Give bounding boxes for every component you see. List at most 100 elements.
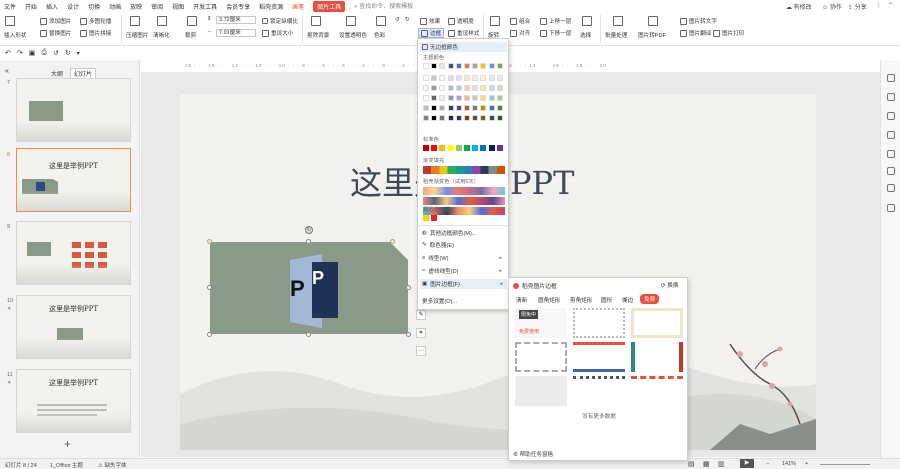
theme-color-swatch[interactable]: [431, 115, 438, 121]
theme-color-swatch[interactable]: [447, 63, 454, 69]
menu-slideshow[interactable]: 放映: [130, 2, 142, 11]
border-frame-option[interactable]: [631, 308, 683, 338]
theme-color-swatch[interactable]: [431, 75, 438, 81]
resize-handle[interactable]: [207, 332, 212, 337]
chevron-down-icon[interactable]: ▾: [77, 50, 80, 57]
theme-color-swatch[interactable]: [472, 95, 479, 101]
theme-color-swatch[interactable]: [464, 75, 470, 81]
theme-color-swatch[interactable]: [480, 75, 487, 81]
slide-thumb-10[interactable]: 这里是举例PPT: [16, 295, 131, 359]
more-tools-icon[interactable]: ⋯: [416, 346, 426, 356]
clarity-button[interactable]: [157, 16, 169, 26]
compress-label[interactable]: 压缩图片: [126, 31, 148, 39]
theme-color-swatch[interactable]: [431, 63, 438, 69]
crop-button[interactable]: [187, 16, 199, 26]
theme-color-swatch[interactable]: [464, 63, 470, 69]
menu-insert[interactable]: 插入: [46, 2, 58, 11]
unsaved-indicator[interactable]: ☁ 有修改: [786, 2, 812, 11]
width-spinner[interactable]: 7.91厘米: [216, 29, 256, 37]
theme-color-swatch[interactable]: [496, 115, 503, 121]
compress-button[interactable]: [130, 16, 142, 26]
standard-color-swatch[interactable]: [464, 145, 470, 151]
zoom-in-icon[interactable]: +: [805, 461, 808, 467]
theme-color-swatch[interactable]: [464, 115, 470, 121]
border-frame-option[interactable]: [515, 342, 567, 372]
multi-picture-button[interactable]: 多图轮播: [80, 17, 111, 25]
resize-handle[interactable]: [406, 285, 411, 290]
theme-color-swatch[interactable]: [423, 115, 429, 121]
theme-color-swatch[interactable]: [455, 85, 462, 91]
reading-view-icon[interactable]: ▥: [718, 460, 725, 468]
help-pane-button[interactable]: ⚙ 帮助任务窗格: [513, 450, 553, 458]
height-spinner[interactable]: 3.72厘米: [216, 16, 256, 24]
theme-color-swatch[interactable]: [464, 105, 470, 111]
theme-color-swatch[interactable]: [431, 95, 438, 101]
theme-color-swatch[interactable]: [455, 115, 462, 121]
menu-file[interactable]: 文件: [4, 2, 16, 11]
transparency-button[interactable]: 透明度: [448, 17, 474, 25]
print-quick-icon[interactable]: ⎙: [41, 49, 47, 57]
select-label[interactable]: 选择: [580, 31, 591, 39]
picture-tool-icon[interactable]: ✎: [416, 310, 426, 320]
border-button[interactable]: 边框: [418, 28, 445, 38]
color-label[interactable]: 色彩: [374, 31, 385, 39]
theme-color-swatch[interactable]: [455, 75, 462, 81]
standard-color-swatch[interactable]: [472, 145, 479, 151]
animation-icon[interactable]: [887, 112, 895, 120]
tab-circle[interactable]: 圆形: [601, 296, 612, 304]
color-button[interactable]: [376, 16, 388, 26]
docer-gradient-row-1[interactable]: [423, 187, 505, 195]
theme-color-swatch[interactable]: [455, 105, 462, 111]
border-frame-option[interactable]: [573, 342, 625, 372]
print-button[interactable]: 图片打印: [713, 29, 744, 37]
menu-picture-tools[interactable]: 图片工具: [313, 0, 346, 12]
picture-stitch-button[interactable]: 图片拼接: [80, 29, 111, 37]
menu-drawing-tools[interactable]: 画笔: [292, 2, 304, 11]
theme-color-swatch[interactable]: [488, 115, 495, 121]
theme-color-swatch[interactable]: [464, 95, 470, 101]
standard-color-swatch[interactable]: [488, 145, 495, 151]
menu-transition[interactable]: 切换: [88, 2, 100, 11]
send-backward-button[interactable]: 下移一层: [540, 29, 571, 37]
border-frame-option[interactable]: [573, 308, 625, 338]
zoom-out-icon[interactable]: −: [766, 461, 769, 467]
collab-button[interactable]: ☺ 协作: [822, 2, 842, 11]
replace-picture-button[interactable]: 替换图片: [40, 29, 71, 37]
no-border-option[interactable]: 无边框颜色: [420, 42, 507, 52]
select-button[interactable]: [582, 16, 594, 26]
to-text-button[interactable]: 图片转文字: [680, 17, 717, 25]
add-slide-button[interactable]: +: [64, 437, 71, 451]
theme-color-swatch[interactable]: [423, 75, 429, 81]
border-frame-option[interactable]: [515, 376, 567, 406]
effects-button[interactable]: 效果: [420, 17, 440, 25]
menu-view[interactable]: 视图: [172, 2, 184, 11]
menu-review[interactable]: 审阅: [151, 2, 163, 11]
rotate-handle-icon[interactable]: ↻: [305, 226, 313, 234]
standard-color-swatch[interactable]: [423, 145, 429, 151]
theme-color-swatch[interactable]: [496, 85, 503, 91]
cutout-label[interactable]: 抠除背景: [307, 31, 329, 39]
tab-torn-edge[interactable]: 撕边: [622, 296, 633, 304]
recent-color-swatch[interactable]: [423, 215, 429, 221]
tab-fresh[interactable]: 清新: [516, 296, 527, 304]
resize-handle[interactable]: [406, 332, 411, 337]
theme-color-swatch[interactable]: [496, 63, 503, 69]
more-colors-option[interactable]: ◍ 其他边框颜色(M)...: [422, 229, 477, 237]
play-icon[interactable]: ▶: [740, 459, 754, 468]
share-button[interactable]: ⇪ 分享: [848, 2, 867, 11]
theme-color-swatch[interactable]: [472, 63, 479, 69]
add-picture-button[interactable]: 添加图片: [40, 17, 71, 25]
to-pdf-button[interactable]: [648, 16, 660, 26]
crop-tool-icon[interactable]: ⌗: [416, 328, 426, 338]
collapse-panel-icon[interactable]: «: [5, 68, 9, 75]
slide-thumb-8[interactable]: 这里是举例PPT: [16, 148, 131, 212]
theme-color-swatch[interactable]: [447, 75, 454, 81]
redo-quick-icon[interactable]: ↻: [65, 49, 71, 57]
tab-outline[interactable]: 大纲: [51, 69, 63, 78]
theme-color-swatch[interactable]: [488, 95, 495, 101]
combine-button[interactable]: 组合: [510, 17, 530, 25]
missing-font-button[interactable]: ⚠ 缺失字体: [98, 461, 126, 469]
cutout-button[interactable]: [311, 16, 323, 26]
menu-design[interactable]: 设计: [67, 2, 79, 11]
theme-color-swatch[interactable]: [447, 95, 454, 101]
